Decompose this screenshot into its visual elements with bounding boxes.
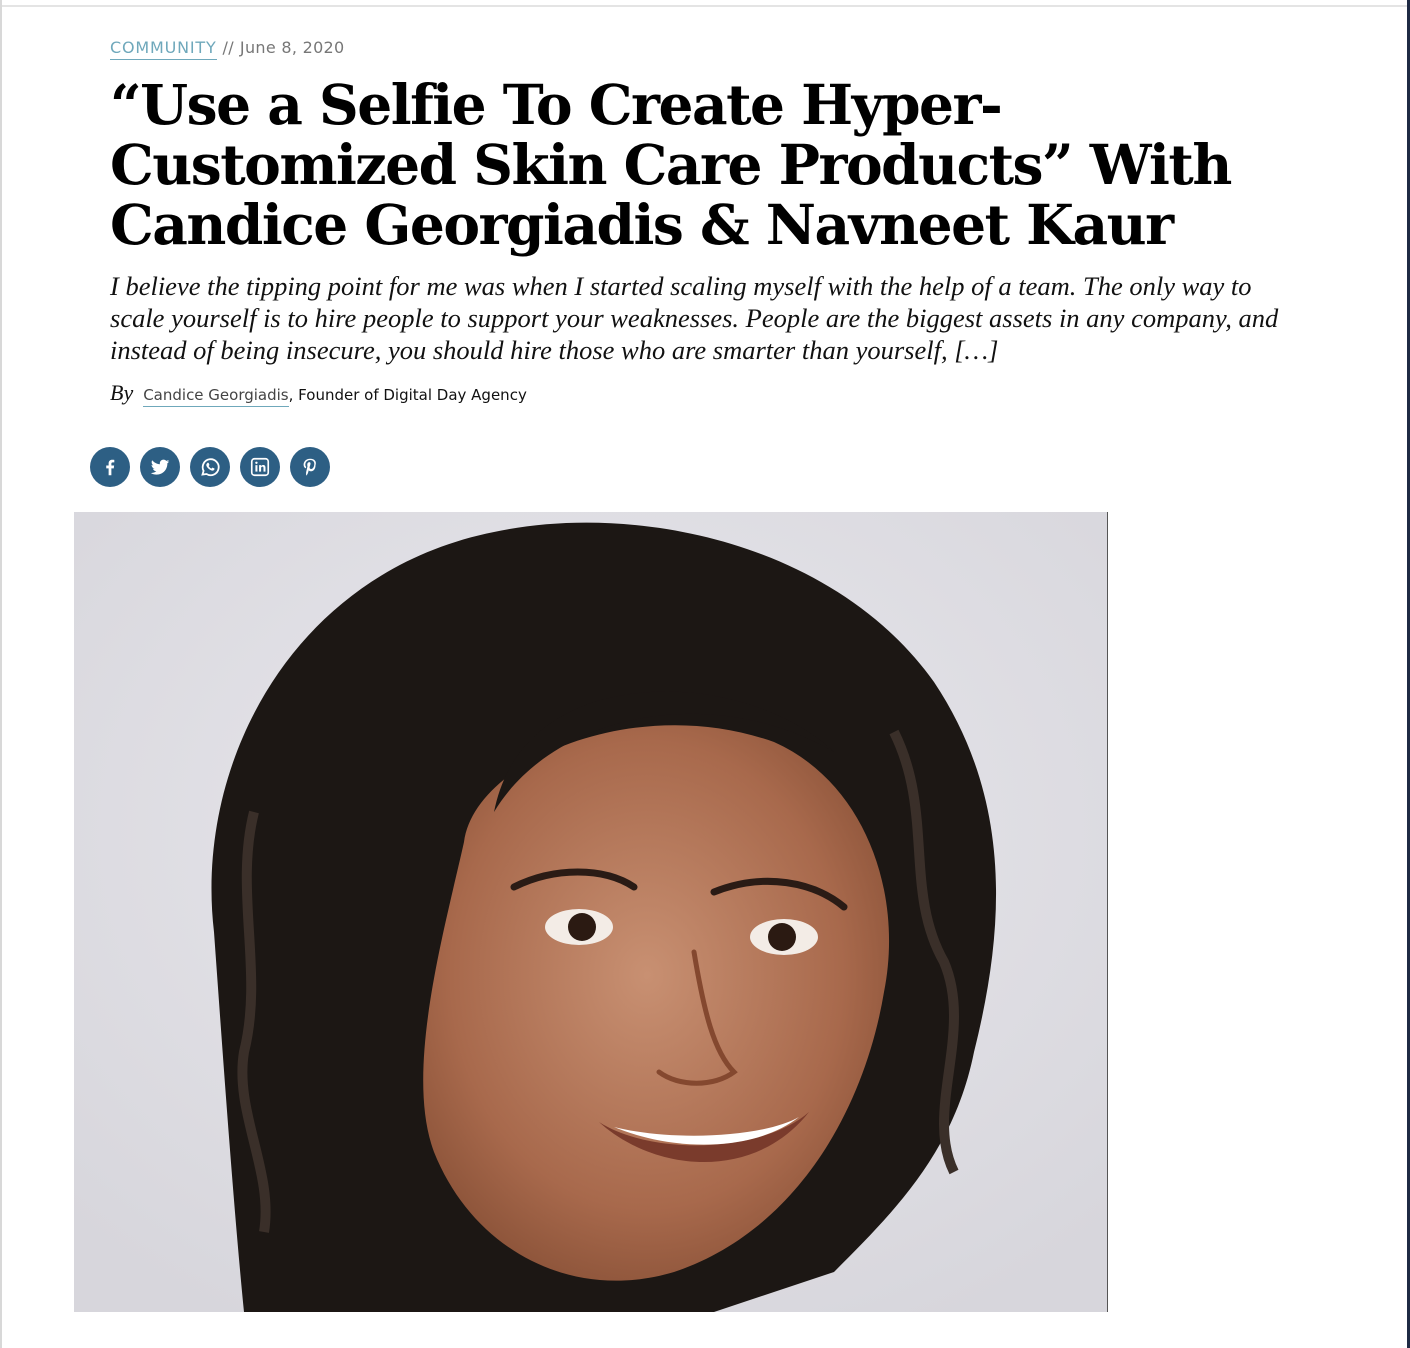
portrait-illustration [74,512,1107,1312]
share-whatsapp-button[interactable] [190,447,230,487]
publish-date: June 8, 2020 [239,38,345,57]
twitter-icon [149,456,171,478]
article-meta: COMMUNITY // June 8, 2020 [110,38,345,60]
byline-by-label: By [110,380,134,405]
share-buttons [90,447,330,487]
share-facebook-button[interactable] [90,447,130,487]
article-excerpt: I believe the tipping point for me was w… [110,271,1279,365]
share-pinterest-button[interactable] [290,447,330,487]
category-link[interactable]: COMMUNITY [110,38,217,60]
byline: By Candice Georgiadis, Founder of Digital… [110,380,527,407]
article-headline: “Use a Selfie To Create Hyper-Customized… [110,72,1232,257]
article-page: COMMUNITY // June 8, 2020 “Use a Selfie To… [0,0,1410,1348]
linkedin-icon [249,456,271,478]
facebook-icon [99,456,121,478]
author-link[interactable]: Candice Georgiadis [143,386,289,407]
hero-portrait-image [74,512,1108,1312]
author-role: , Founder of Digital Day Agency [288,386,527,404]
top-divider [0,0,1410,7]
share-linkedin-button[interactable] [240,447,280,487]
share-twitter-button[interactable] [140,447,180,487]
meta-separator: // [222,38,234,57]
whatsapp-icon [198,455,222,479]
pinterest-icon [299,456,321,478]
left-window-edge [0,0,2,1348]
